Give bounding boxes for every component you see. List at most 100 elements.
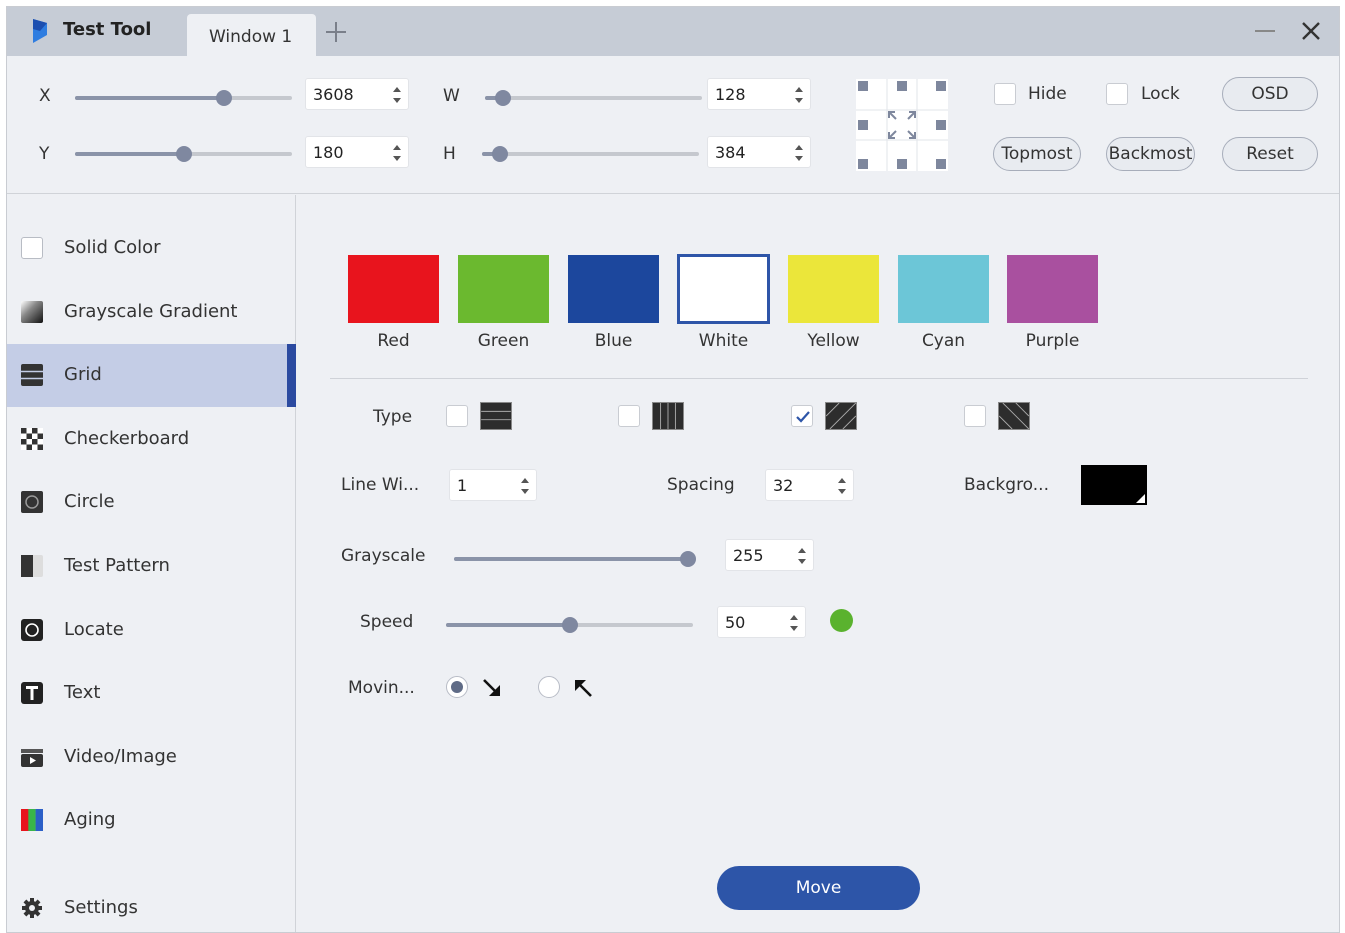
y-value: 180 (313, 143, 344, 162)
divider (330, 378, 1308, 379)
swatch-label-cyan: Cyan (921, 331, 966, 351)
alignment-grid-icon[interactable] (856, 79, 948, 171)
horizontal-lines-icon (480, 402, 512, 430)
line-width-value: 1 (457, 476, 468, 495)
tab-window-1[interactable]: Window 1 (187, 14, 316, 56)
swatch-blue[interactable] (568, 255, 659, 323)
sidebar-item-solid-color[interactable]: Solid Color (7, 217, 296, 280)
spin-arrows-icon[interactable] (520, 476, 530, 496)
line-width-spinbox[interactable]: 1 (449, 469, 537, 501)
speed-value: 50 (725, 613, 746, 632)
grayscale-spinbox[interactable]: 255 (725, 539, 814, 571)
solid-color-icon (21, 237, 43, 259)
w-slider-thumb[interactable] (495, 90, 512, 106)
swatch-purple[interactable] (1007, 255, 1098, 323)
locate-icon (21, 619, 43, 641)
speed-slider-thumb[interactable] (561, 617, 578, 633)
sidebar-item-label: Solid Color (64, 237, 161, 258)
spin-arrows-icon[interactable] (794, 143, 804, 163)
sidebar-item-text[interactable]: Text (7, 662, 296, 725)
checkerboard-icon (21, 428, 43, 450)
h-spinbox[interactable]: 384 (707, 136, 811, 168)
sidebar-item-grid[interactable]: Grid (7, 344, 296, 407)
h-slider[interactable] (482, 146, 699, 162)
spin-arrows-icon[interactable] (789, 613, 799, 633)
swatch-label-purple: Purple (1025, 331, 1080, 351)
x-slider[interactable] (75, 90, 292, 106)
h-slider-thumb[interactable] (492, 146, 509, 162)
arrow-down-right-icon (483, 679, 500, 696)
aging-icon (21, 809, 43, 831)
sidebar-item-label: Circle (64, 491, 115, 512)
sidebar-item-locate[interactable]: Locate (7, 599, 296, 662)
plus-icon[interactable] (323, 19, 349, 45)
grayscale-slider-thumb[interactable] (680, 551, 696, 567)
x-spinbox[interactable]: 3608 (305, 78, 409, 110)
spin-arrows-icon[interactable] (837, 476, 847, 496)
sidebar-item-label: Settings (64, 897, 138, 918)
spin-arrows-icon[interactable] (392, 143, 402, 163)
backmost-button[interactable]: Backmost (1106, 137, 1195, 171)
spacing-spinbox[interactable]: 32 (765, 469, 854, 501)
sidebar-item-label: Video/Image (64, 746, 177, 767)
type-diagonal-left-checkbox[interactable] (964, 405, 986, 427)
y-spinbox[interactable]: 180 (305, 136, 409, 168)
y-slider-thumb[interactable] (175, 146, 192, 162)
sidebar-item-circle[interactable]: Circle (7, 471, 296, 534)
lock-checkbox[interactable] (1106, 83, 1128, 105)
sidebar-item-video-image[interactable]: Video/Image (7, 726, 296, 789)
close-icon[interactable] (1299, 19, 1323, 43)
type-vertical-checkbox[interactable] (618, 405, 640, 427)
sidebar-item-test-pattern[interactable]: Test Pattern (7, 535, 296, 598)
y-slider[interactable] (75, 146, 292, 162)
sidebar-item-aging[interactable]: Aging (7, 789, 296, 852)
app-logo-icon (33, 19, 47, 43)
diagonal-left-icon (998, 402, 1030, 430)
sidebar: Solid Color Grayscale Gradient Grid Chec… (7, 195, 296, 932)
sidebar-item-checkerboard[interactable]: Checkerboard (7, 408, 296, 471)
swatch-yellow[interactable] (788, 255, 879, 323)
spin-arrows-icon[interactable] (797, 546, 807, 566)
speed-spinbox[interactable]: 50 (717, 606, 806, 638)
grayscale-slider[interactable] (454, 551, 696, 567)
sidebar-item-settings[interactable]: Settings (7, 877, 296, 932)
toolbar: X 3608 Y 180 W 128 H 384 Hide Lock OSD T… (7, 56, 1339, 194)
background-color-picker[interactable] (1081, 465, 1147, 505)
spacing-label: Spacing (667, 475, 735, 495)
reset-button[interactable]: Reset (1222, 137, 1318, 171)
type-horizontal-checkbox[interactable] (446, 405, 468, 427)
gear-icon (22, 898, 42, 918)
grayscale-slider-fill (454, 557, 688, 561)
moving-down-right-radio[interactable] (446, 676, 468, 698)
minimize-icon[interactable] (1255, 30, 1275, 32)
moving-up-left-radio[interactable] (538, 676, 560, 698)
hide-checkbox[interactable] (994, 83, 1016, 105)
speed-slider[interactable] (446, 617, 693, 633)
swatch-cyan[interactable] (898, 255, 989, 323)
gradient-icon (21, 301, 43, 323)
spin-arrows-icon[interactable] (392, 85, 402, 105)
hide-label: Hide (1028, 84, 1067, 104)
x-slider-thumb[interactable] (215, 90, 232, 106)
sidebar-item-label: Checkerboard (64, 428, 190, 449)
title-bar: Test Tool Window 1 (7, 7, 1339, 56)
w-spinbox[interactable]: 128 (707, 78, 811, 110)
spin-arrows-icon[interactable] (794, 85, 804, 105)
topmost-button[interactable]: Topmost (993, 137, 1081, 171)
spacing-value: 32 (773, 476, 794, 495)
swatch-green[interactable] (458, 255, 549, 323)
move-button[interactable]: Move (717, 866, 920, 910)
swatch-label-blue: Blue (594, 331, 633, 351)
text-icon (21, 682, 43, 704)
grayscale-label: Grayscale (341, 546, 426, 566)
speed-status-indicator (830, 609, 853, 632)
sidebar-item-grayscale-gradient[interactable]: Grayscale Gradient (7, 281, 296, 344)
w-slider[interactable] (485, 90, 702, 106)
swatch-red[interactable] (348, 255, 439, 323)
swatch-white[interactable] (677, 254, 770, 324)
diagonal-right-icon (825, 402, 857, 430)
sidebar-item-label: Grayscale Gradient (64, 301, 238, 322)
osd-button[interactable]: OSD (1222, 77, 1318, 111)
grayscale-value: 255 (733, 546, 764, 565)
type-diagonal-right-checkbox[interactable] (791, 405, 813, 427)
